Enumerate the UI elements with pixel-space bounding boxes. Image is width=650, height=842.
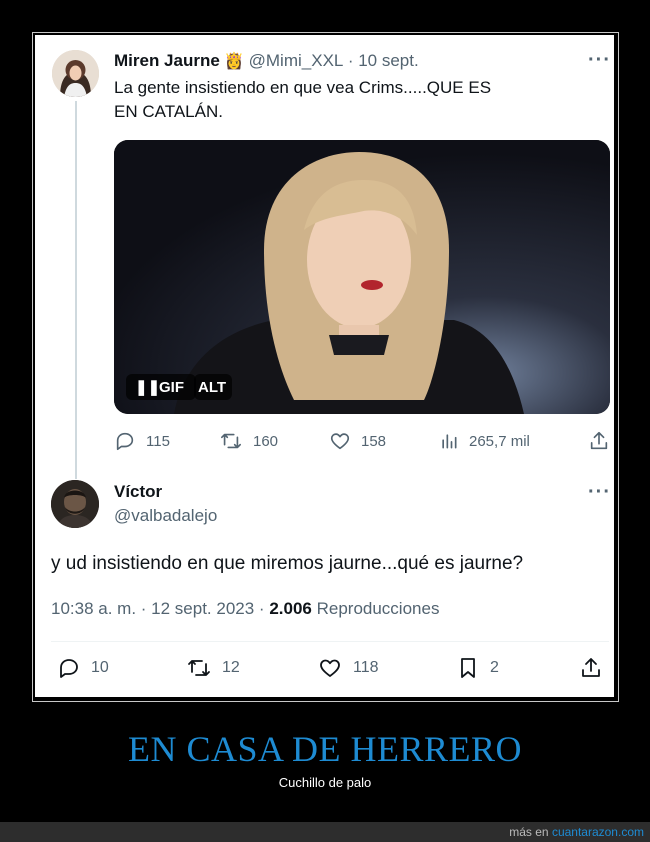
footer-bar: más en cuantarazon.com xyxy=(0,822,650,842)
heart-icon xyxy=(330,433,350,450)
retweet-button[interactable]: 12 xyxy=(186,656,240,680)
tweet-text: y ud insistiendo en que miremos jaurne..… xyxy=(51,553,524,574)
avatar[interactable] xyxy=(51,480,99,528)
retweet-icon xyxy=(188,660,210,676)
alt-badge[interactable]: ALT xyxy=(194,374,232,400)
share-button[interactable] xyxy=(579,656,603,685)
like-count: 118 xyxy=(353,659,379,676)
tweet-timestamp[interactable]: 10:38 a. m. · 12 sept. 2023 · xyxy=(51,599,265,618)
reply-icon xyxy=(60,659,78,678)
display-name[interactable]: Víctor xyxy=(114,482,162,502)
gif-label: GIF xyxy=(159,379,184,396)
reply-count: 115 xyxy=(146,432,170,450)
handle[interactable]: @valbadalejo xyxy=(114,506,217,526)
tweet-card: Miren Jaurne 👸 @Mimi_XXL · 10 sept. ··· … xyxy=(35,35,614,697)
views-count: 2.006 xyxy=(269,599,312,618)
like-button[interactable]: 158 xyxy=(329,430,386,452)
more-options-icon[interactable]: ··· xyxy=(588,481,611,504)
more-options-icon[interactable]: ··· xyxy=(588,49,611,72)
meme-title: EN CASA DE HERRERO xyxy=(127,729,523,769)
site-link[interactable]: cuantarazon.com xyxy=(552,825,644,839)
meme-subtitle: Cuchillo de palo xyxy=(278,775,372,790)
emoji: 👸 xyxy=(224,53,245,70)
footer-prefix: más en xyxy=(509,825,549,839)
tweet-header: Miren Jaurne 👸 @Mimi_XXL · 10 sept. xyxy=(114,51,419,71)
views-label: Reproducciones xyxy=(316,599,440,618)
views-count: 265,7 mil xyxy=(469,432,530,450)
retweet-count: 12 xyxy=(222,659,240,676)
retweet-button[interactable]: 160 xyxy=(219,430,278,452)
reply-icon xyxy=(116,432,134,451)
divider xyxy=(51,641,609,642)
share-button[interactable] xyxy=(588,430,610,457)
heart-icon xyxy=(320,659,340,677)
bookmark-count: 2 xyxy=(490,659,499,676)
gif-pause-badge[interactable]: ❚❚ GIF xyxy=(126,374,196,400)
gif-media[interactable]: ❚❚ GIF ALT xyxy=(114,140,610,414)
pause-icon: ❚❚ xyxy=(135,379,161,396)
tweet-meta: 10:38 a. m. · 12 sept. 2023 · 2.006 Repr… xyxy=(51,599,439,619)
alt-label: ALT xyxy=(198,379,227,396)
bookmark-button[interactable]: 2 xyxy=(456,656,499,680)
retweet-icon xyxy=(221,433,241,449)
reply-count: 10 xyxy=(91,659,109,676)
like-count: 158 xyxy=(361,432,387,450)
like-button[interactable]: 118 xyxy=(317,656,379,680)
retweet-count: 160 xyxy=(253,432,279,450)
tweet-date[interactable]: · 10 sept. xyxy=(348,51,419,70)
display-name[interactable]: Miren Jaurne xyxy=(114,51,220,70)
reply-button[interactable]: 10 xyxy=(57,656,109,680)
bookmark-icon xyxy=(461,658,475,678)
tweet-text: La gente insistiendo en que vea Crims...… xyxy=(114,78,492,121)
share-icon xyxy=(590,431,608,450)
footer-text: más en cuantarazon.com xyxy=(509,825,644,839)
analytics-icon xyxy=(442,434,457,449)
avatar[interactable] xyxy=(52,50,99,97)
handle[interactable]: @Mimi_XXL xyxy=(249,51,344,70)
reply-button[interactable]: 115 xyxy=(114,430,170,452)
thread-line xyxy=(75,101,77,479)
views-button[interactable]: 265,7 mil xyxy=(439,430,530,452)
gif-image xyxy=(114,140,610,414)
share-icon xyxy=(582,658,600,677)
